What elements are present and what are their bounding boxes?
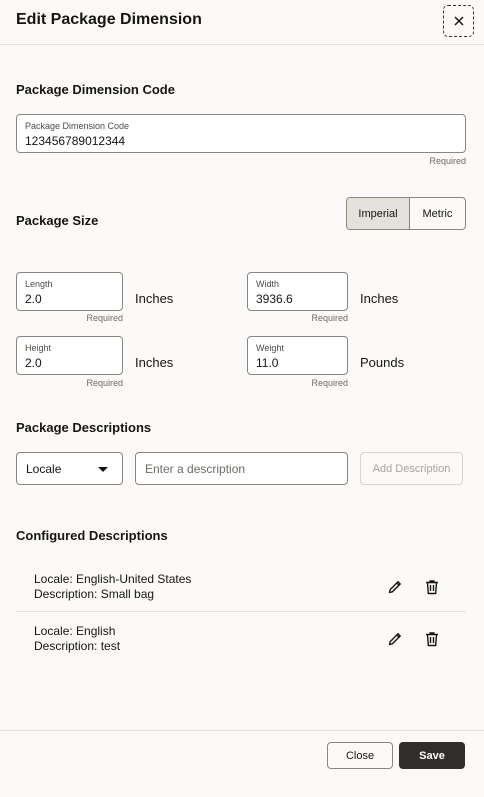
trash-icon bbox=[426, 632, 438, 647]
field-label: Weight bbox=[256, 343, 284, 353]
description-input[interactable]: Enter a description bbox=[135, 452, 348, 485]
save-button[interactable]: Save bbox=[399, 742, 465, 769]
field-value: 123456789012344 bbox=[25, 134, 126, 148]
dialog-title: Edit Package Dimension bbox=[16, 11, 202, 28]
locale-select-value: Locale bbox=[26, 462, 62, 476]
configured-section-title: Configured Descriptions bbox=[16, 528, 168, 543]
field-value: 3936.6 bbox=[256, 292, 293, 306]
field-label: Length bbox=[25, 279, 53, 289]
field-value: 11.0 bbox=[256, 356, 279, 370]
close-dialog-button[interactable] bbox=[443, 5, 474, 37]
list-item-locale: Locale: English-United States bbox=[34, 572, 192, 586]
metric-toggle-button[interactable]: Metric bbox=[410, 198, 465, 229]
field-label: Width bbox=[256, 279, 280, 289]
list-item-locale: Locale: English bbox=[34, 624, 116, 638]
delete-button[interactable] bbox=[421, 576, 443, 598]
field-label: Package Dimension Code bbox=[25, 121, 130, 131]
length-unit: Inches bbox=[135, 291, 174, 306]
width-field[interactable]: Width 3936.6 bbox=[247, 272, 348, 311]
required-hint: Required bbox=[86, 313, 123, 323]
required-hint: Required bbox=[429, 156, 466, 166]
pencil-icon bbox=[388, 581, 401, 594]
add-description-button[interactable]: Add Description bbox=[360, 452, 463, 485]
imperial-toggle-button[interactable]: Imperial bbox=[347, 198, 410, 229]
locale-select[interactable]: Locale bbox=[16, 452, 123, 485]
width-unit: Inches bbox=[360, 291, 399, 306]
list-item-description: Description: test bbox=[34, 639, 121, 653]
delete-button[interactable] bbox=[421, 628, 443, 650]
field-label: Height bbox=[25, 343, 52, 353]
chevron-down-icon bbox=[98, 467, 108, 472]
pencil-icon bbox=[388, 633, 401, 646]
required-hint: Required bbox=[311, 313, 348, 323]
trash-icon bbox=[426, 580, 438, 595]
unit-system-toggle: Imperial Metric bbox=[346, 197, 466, 230]
close-icon bbox=[453, 16, 464, 26]
required-hint: Required bbox=[311, 378, 348, 388]
code-section-title: Package Dimension Code bbox=[16, 82, 175, 97]
list-item-description: Description: Small bag bbox=[34, 587, 155, 601]
length-field[interactable]: Length 2.0 bbox=[16, 272, 123, 311]
field-value: 2.0 bbox=[25, 356, 42, 370]
description-placeholder: Enter a description bbox=[145, 462, 246, 476]
weight-field[interactable]: Weight 11.0 bbox=[247, 336, 348, 375]
close-button[interactable]: Close bbox=[327, 742, 393, 769]
descriptions-section-title: Package Descriptions bbox=[16, 420, 152, 435]
weight-unit: Pounds bbox=[360, 355, 405, 370]
package-dimension-code-field[interactable]: Package Dimension Code 123456789012344 bbox=[16, 114, 466, 153]
edit-button[interactable] bbox=[384, 628, 406, 650]
required-hint: Required bbox=[86, 378, 123, 388]
height-unit: Inches bbox=[135, 355, 174, 370]
height-field[interactable]: Height 2.0 bbox=[16, 336, 123, 375]
field-value: 2.0 bbox=[25, 292, 42, 306]
size-section-title: Package Size bbox=[16, 213, 99, 228]
edit-button[interactable] bbox=[384, 576, 406, 598]
